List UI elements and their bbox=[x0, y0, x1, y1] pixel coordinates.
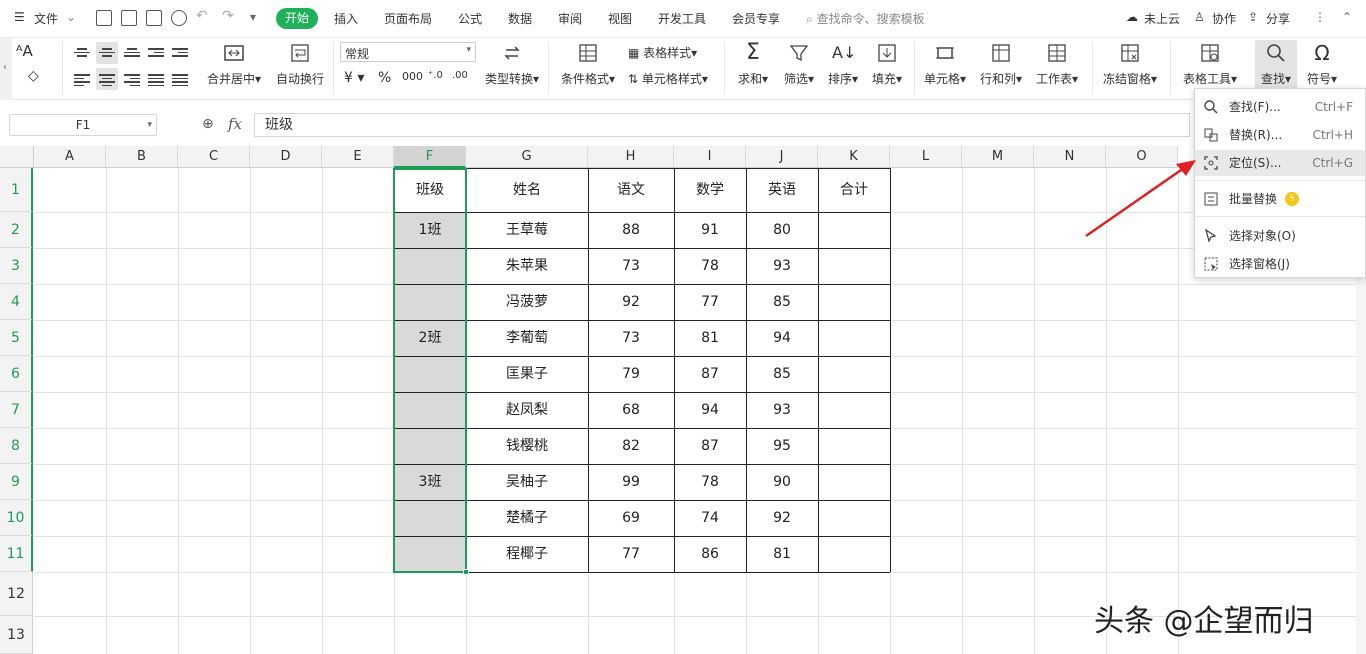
watermark: 头条 @企望而归 bbox=[1094, 604, 1314, 639]
annotation-arrow bbox=[1085, 160, 1196, 238]
